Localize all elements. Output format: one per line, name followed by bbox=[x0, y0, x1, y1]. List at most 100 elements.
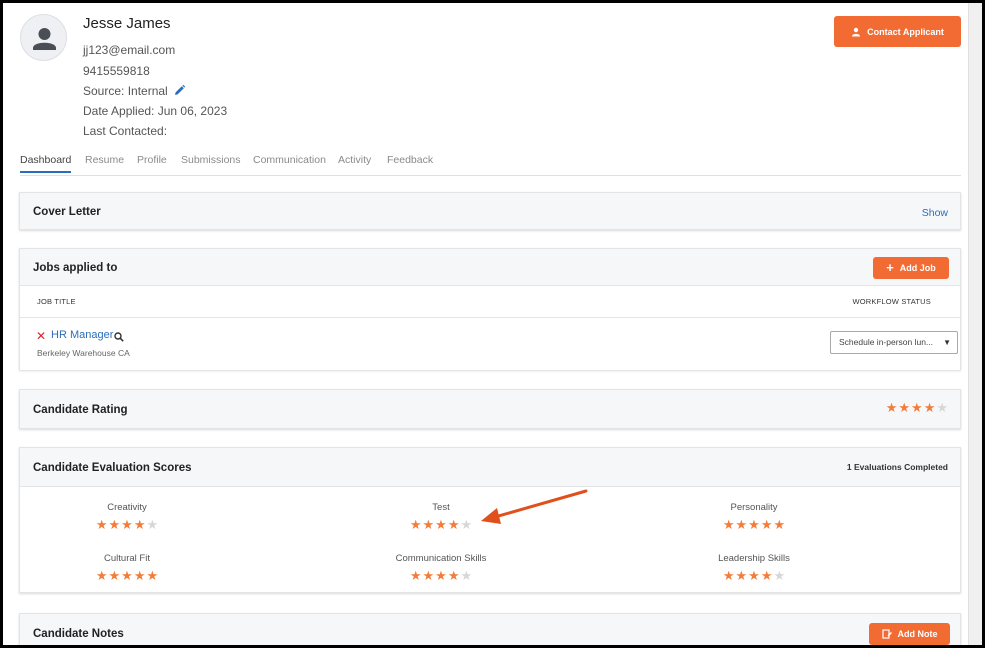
star-filled-icon: ★ bbox=[748, 518, 760, 533]
candidate-rating-title: Candidate Rating bbox=[33, 404, 128, 416]
star-filled-icon: ★ bbox=[447, 569, 460, 584]
star-filled-icon: ★ bbox=[885, 401, 898, 416]
star-filled-icon: ★ bbox=[95, 518, 108, 533]
star-filled-icon: ★ bbox=[748, 569, 760, 584]
cover-letter-title: Cover Letter bbox=[33, 206, 101, 218]
jobs-table-header: JOB TITLE WORKFLOW STATUS bbox=[20, 285, 960, 318]
cover-letter-card: Cover Letter Show bbox=[19, 192, 961, 230]
star-filled-icon: ★ bbox=[760, 518, 773, 533]
table-row: ✕ HR Manager Berkeley Warehouse CA Sched… bbox=[20, 318, 960, 370]
source-text: Source: Internal bbox=[83, 84, 168, 98]
candidate-notes-title: Candidate Notes bbox=[33, 628, 124, 640]
star-filled-icon: ★ bbox=[435, 518, 447, 533]
eval-label: Test bbox=[432, 502, 450, 513]
eval-stars: ★ ★ ★ ★ ★ bbox=[96, 570, 158, 583]
eval-stars: ★ ★ ★ ★ ★ bbox=[723, 519, 785, 532]
star-filled-icon: ★ bbox=[121, 569, 133, 584]
applicant-phone[interactable]: 9415559818 bbox=[83, 64, 150, 78]
star-filled-icon: ★ bbox=[409, 569, 422, 584]
star-filled-icon: ★ bbox=[773, 518, 786, 533]
candidate-notes-card: Candidate Notes Add Note bbox=[19, 613, 961, 645]
evaluation-grid: Creativity ★ ★ ★ ★ ★ Test ★ ★ ★ ★ ★ Personality … bbox=[20, 486, 960, 592]
workflow-status-value: Schedule in-person lun... bbox=[839, 337, 934, 347]
user-silhouette-icon bbox=[33, 28, 56, 50]
add-job-label: Add Job bbox=[899, 263, 936, 273]
tab-submissions[interactable]: Submissions bbox=[181, 154, 241, 166]
eval-creativity: Creativity ★ ★ ★ ★ ★ bbox=[27, 502, 227, 534]
eval-label: Personality bbox=[730, 502, 778, 513]
star-filled-icon: ★ bbox=[923, 401, 936, 416]
star-filled-icon: ★ bbox=[722, 569, 735, 584]
applicant-page: Jesse James jj123@email.com 9415559818 S… bbox=[0, 0, 985, 648]
evaluation-title: Candidate Evaluation Scores bbox=[33, 462, 192, 474]
contact-applicant-label: Contact Applicant bbox=[867, 26, 944, 37]
caret-down-icon: ▼ bbox=[943, 338, 951, 347]
tab-feedback[interactable]: Feedback bbox=[387, 154, 433, 166]
star-filled-icon: ★ bbox=[735, 569, 748, 584]
star-filled-icon: ★ bbox=[121, 518, 133, 533]
applicant-date-applied: Date Applied: Jun 06, 2023 bbox=[83, 104, 228, 118]
search-icon[interactable] bbox=[114, 329, 124, 347]
add-job-button[interactable]: + Add Job bbox=[873, 257, 949, 279]
eval-test: Test ★ ★ ★ ★ ★ bbox=[341, 502, 541, 534]
star-filled-icon: ★ bbox=[146, 569, 159, 584]
edit-pencil-icon[interactable] bbox=[173, 84, 186, 100]
eval-label: Creativity bbox=[107, 502, 147, 513]
star-filled-icon: ★ bbox=[422, 518, 435, 533]
add-note-button[interactable]: Add Note bbox=[869, 623, 950, 645]
show-cover-letter-link[interactable]: Show bbox=[922, 207, 948, 219]
star-filled-icon: ★ bbox=[722, 518, 735, 533]
applicant-source: Source: Internal bbox=[83, 84, 186, 100]
eval-communication-skills: Communication Skills ★ ★ ★ ★ ★ bbox=[341, 553, 541, 585]
eval-leadership-skills: Leadership Skills ★ ★ ★ ★ ★ bbox=[654, 553, 854, 585]
star-filled-icon: ★ bbox=[435, 569, 447, 584]
eval-stars: ★ ★ ★ ★ ★ bbox=[723, 570, 785, 583]
remove-job-icon[interactable]: ✕ bbox=[36, 329, 46, 343]
jobs-applied-title: Jobs applied to bbox=[33, 262, 118, 274]
eval-label: Cultural Fit bbox=[104, 553, 150, 564]
star-empty-icon: ★ bbox=[460, 569, 473, 584]
tab-bar: Dashboard Resume Profile Submissions Com… bbox=[20, 154, 961, 176]
add-note-label: Add Note bbox=[897, 629, 938, 639]
candidate-rating-stars[interactable]: ★ ★ ★ ★ ★ bbox=[886, 402, 948, 415]
tab-communication[interactable]: Communication bbox=[253, 154, 326, 166]
workflow-status-select[interactable]: Schedule in-person lun... ▼ bbox=[830, 331, 958, 354]
star-filled-icon: ★ bbox=[133, 569, 146, 584]
star-filled-icon: ★ bbox=[911, 401, 923, 416]
eval-stars: ★ ★ ★ ★ ★ bbox=[410, 519, 472, 532]
contact-applicant-button[interactable]: Contact Applicant bbox=[834, 16, 961, 47]
star-filled-icon: ★ bbox=[735, 518, 748, 533]
evaluation-scores-card: Candidate Evaluation Scores 1 Evaluation… bbox=[19, 447, 961, 593]
star-empty-icon: ★ bbox=[773, 569, 786, 584]
eval-personality: Personality ★ ★ ★ ★ ★ bbox=[654, 502, 854, 534]
star-filled-icon: ★ bbox=[422, 569, 435, 584]
evaluations-completed: 1 Evaluations Completed bbox=[846, 462, 948, 472]
scrollbar[interactable] bbox=[968, 3, 982, 645]
star-filled-icon: ★ bbox=[108, 518, 121, 533]
tab-profile[interactable]: Profile bbox=[137, 154, 167, 166]
candidate-rating-card: Candidate Rating ★ ★ ★ ★ ★ bbox=[19, 389, 961, 429]
star-empty-icon: ★ bbox=[936, 401, 948, 416]
eval-label: Communication Skills bbox=[395, 553, 487, 564]
applicant-last-contacted: Last Contacted: bbox=[83, 124, 168, 138]
star-filled-icon: ★ bbox=[898, 401, 911, 416]
tab-resume[interactable]: Resume bbox=[85, 154, 124, 166]
job-title-link[interactable]: HR Manager bbox=[51, 329, 113, 341]
applicant-name: Jesse James bbox=[83, 15, 171, 32]
eval-cultural-fit: Cultural Fit ★ ★ ★ ★ ★ bbox=[27, 553, 227, 585]
star-filled-icon: ★ bbox=[760, 569, 773, 584]
job-location: Berkeley Warehouse CA bbox=[37, 348, 130, 358]
eval-stars: ★ ★ ★ ★ ★ bbox=[96, 519, 158, 532]
col-workflow-status: WORKFLOW STATUS bbox=[852, 297, 931, 306]
applicant-email[interactable]: jj123@email.com bbox=[83, 43, 175, 57]
user-icon bbox=[852, 27, 861, 36]
tab-activity[interactable]: Activity bbox=[338, 154, 371, 166]
eval-stars: ★ ★ ★ ★ ★ bbox=[410, 570, 472, 583]
star-empty-icon: ★ bbox=[460, 518, 473, 533]
star-empty-icon: ★ bbox=[146, 518, 159, 533]
jobs-applied-card: Jobs applied to + Add Job JOB TITLE WORK… bbox=[19, 248, 961, 370]
avatar bbox=[20, 14, 67, 61]
star-filled-icon: ★ bbox=[95, 569, 108, 584]
tab-dashboard[interactable]: Dashboard bbox=[20, 154, 72, 173]
plus-icon: + bbox=[886, 260, 894, 275]
